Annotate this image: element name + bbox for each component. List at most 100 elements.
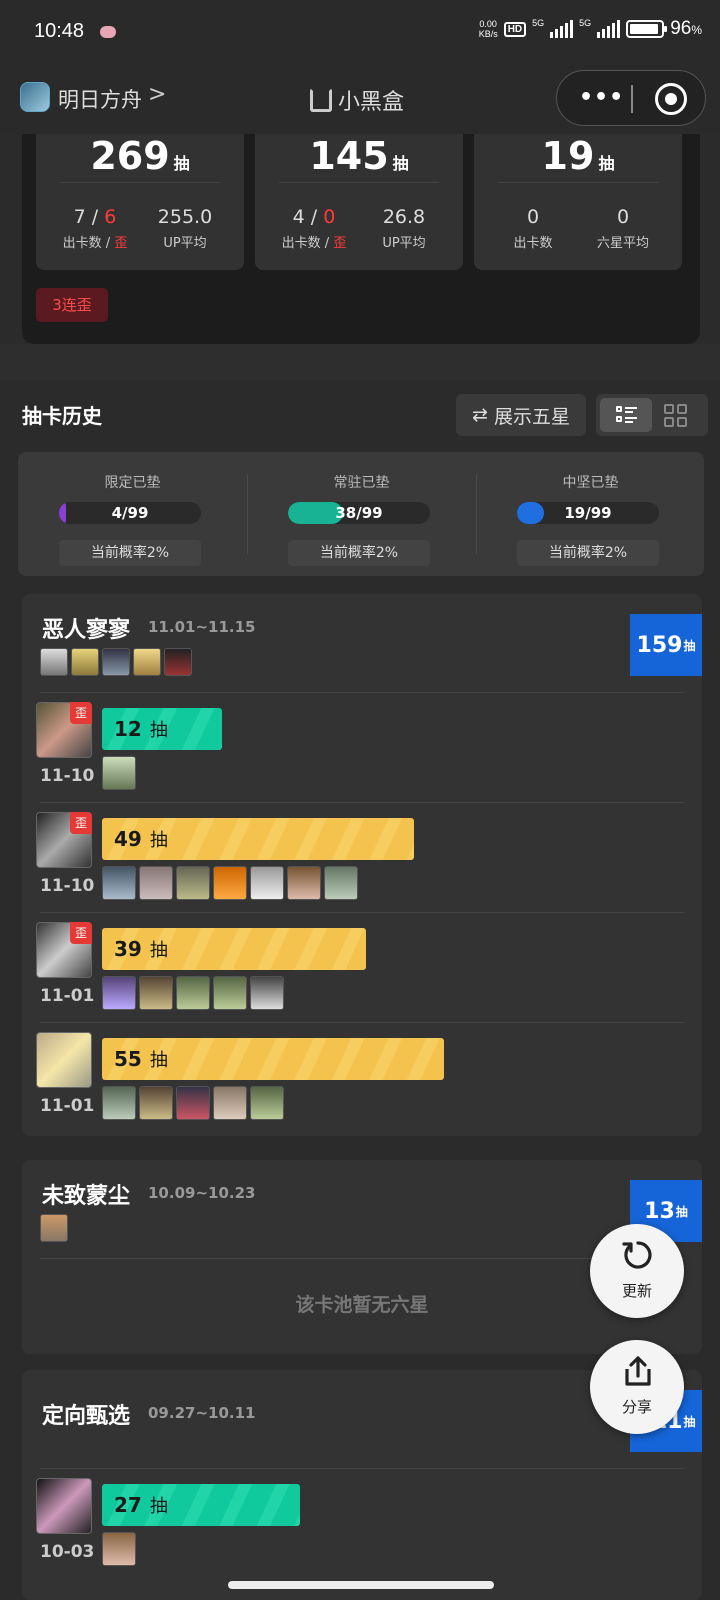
operator-avatar	[176, 866, 210, 900]
operator-avatar	[102, 1086, 136, 1120]
list-view-button[interactable]	[600, 398, 652, 432]
share-button[interactable]: 分享	[590, 1340, 684, 1434]
more-icon[interactable]: •••	[579, 85, 624, 110]
operator-avatar	[139, 1086, 173, 1120]
banner-date: 10.09~10.23	[148, 1184, 256, 1202]
stat-up-average: 255.0 UP平均	[157, 206, 213, 251]
operator-avatar	[133, 648, 161, 676]
pull-date: 11-01	[40, 986, 95, 1006]
pull-date: 11-01	[40, 1096, 95, 1116]
pull-extra-icons	[102, 866, 358, 900]
operator-avatar	[213, 1086, 247, 1120]
brand-name: 小黑盒	[338, 90, 405, 115]
operator-avatar	[287, 866, 321, 900]
pull-count-bar: 12 抽	[102, 708, 222, 750]
banner-date: 11.01~11.15	[148, 618, 256, 636]
pity-progress: 19/99	[517, 502, 659, 524]
status-icons: 0.00 KB/s HD 5G 5G 96%	[479, 18, 702, 40]
divider	[60, 182, 220, 183]
divider	[40, 1468, 684, 1469]
operator-avatar	[176, 1086, 210, 1120]
pull-extra-icons	[102, 1086, 284, 1120]
pull-count-bar: 27 抽	[102, 1484, 300, 1526]
six-star-icons	[40, 648, 192, 676]
network-speed: 0.00 KB/s	[478, 19, 498, 39]
refresh-button[interactable]: 更新	[590, 1224, 684, 1318]
six-star-icons	[40, 1214, 68, 1242]
chevron-right-icon[interactable]: >	[148, 82, 166, 107]
close-target-icon[interactable]	[655, 83, 687, 115]
brand-logo-icon	[310, 88, 332, 112]
show-five-star-label: 展示五星	[493, 405, 570, 428]
operator-avatar	[102, 648, 130, 676]
home-indicator[interactable]	[228, 1581, 494, 1589]
pull-record[interactable]: 10-03 27 抽	[36, 1478, 686, 1588]
operator-portrait	[36, 1478, 92, 1534]
divider	[40, 1258, 684, 1259]
game-avatar[interactable]	[20, 82, 50, 112]
operator-avatar	[324, 866, 358, 900]
pull-count-bar: 49 抽	[102, 818, 414, 860]
operator-avatar	[250, 866, 284, 900]
pity-core: 中坚已垫 19/99 当前概率2%	[476, 452, 705, 576]
signal-icon-2	[597, 20, 621, 38]
battery-percent: 96%	[670, 18, 702, 39]
pull-extra-icons	[102, 1532, 136, 1566]
pull-date: 11-10	[40, 766, 95, 786]
banner-name: 定向甄选	[42, 1404, 131, 1429]
operator-avatar	[176, 976, 210, 1010]
stat-total: 19 抽	[541, 134, 615, 178]
operator-avatar	[71, 648, 99, 676]
operator-avatar	[102, 1532, 136, 1566]
banner-name: 未致蒙尘	[42, 1184, 131, 1209]
list-icon	[616, 406, 637, 424]
divider	[40, 802, 684, 803]
share-icon	[625, 1356, 651, 1386]
divider	[498, 182, 658, 183]
stat-card-limited: 269 抽 7 / 6 出卡数 / 歪 255.0 UP平均	[36, 134, 244, 270]
operator-avatar	[102, 756, 136, 790]
banner-date: 09.27~10.11	[148, 1404, 256, 1422]
off-rate-badge: 歪	[70, 812, 92, 834]
grid-view-button[interactable]	[664, 404, 688, 428]
banner-card[interactable]: 恶人寥寥 11.01~11.15 159 抽 歪 11-10 12 抽 歪 11-1…	[22, 594, 702, 1136]
history-title: 抽卡历史	[22, 404, 102, 428]
divider	[40, 912, 684, 913]
banner-name: 恶人寥寥	[42, 618, 131, 643]
operator-avatar	[40, 648, 68, 676]
pity-rate: 当前概率2%	[517, 540, 659, 566]
banner-total: 159 抽	[630, 614, 702, 676]
pull-record[interactable]: 歪 11-10 12 抽	[36, 702, 686, 812]
game-name[interactable]: 明日方舟	[58, 84, 142, 114]
pity-progress: 4/99	[59, 502, 201, 524]
pull-count-bar: 39 抽	[102, 928, 366, 970]
operator-avatar	[250, 1086, 284, 1120]
pull-date: 11-10	[40, 876, 95, 896]
show-five-star-button[interactable]: ⇄ 展示五星	[456, 394, 586, 436]
status-bar: 10:48 0.00 KB/s HD 5G 5G 96%	[0, 0, 720, 66]
divider	[279, 182, 439, 183]
operator-avatar	[102, 976, 136, 1010]
brand: 小黑盒	[310, 84, 404, 116]
pity-limited: 限定已垫 4/99 当前概率2%	[18, 452, 247, 576]
operator-avatar	[139, 866, 173, 900]
stat-up-average: 26.8 UP平均	[382, 206, 426, 251]
notification-icon	[100, 26, 116, 38]
share-label: 分享	[621, 1398, 652, 1416]
pity-standard: 常驻已垫 38/99 当前概率2%	[247, 452, 476, 576]
pull-record[interactable]: 11-01 55 抽	[36, 1032, 686, 1142]
clock: 10:48	[34, 20, 85, 42]
off-rate-badge: 歪	[70, 702, 92, 724]
pity-progress: 38/99	[288, 502, 430, 524]
divider	[40, 692, 684, 693]
capsule-divider	[631, 85, 633, 113]
network-type: 5G	[532, 18, 545, 28]
pull-record[interactable]: 歪 11-01 39 抽	[36, 922, 686, 1032]
operator-avatar	[250, 976, 284, 1010]
divider	[40, 1022, 684, 1023]
stat-cards-drawn: 0 出卡数	[513, 206, 553, 251]
pull-extra-icons	[102, 976, 284, 1010]
pull-record[interactable]: 歪 11-10 49 抽	[36, 812, 686, 922]
stat-cards-drawn: 4 / 0 出卡数 / 歪	[281, 206, 347, 251]
operator-portrait	[36, 1032, 92, 1088]
